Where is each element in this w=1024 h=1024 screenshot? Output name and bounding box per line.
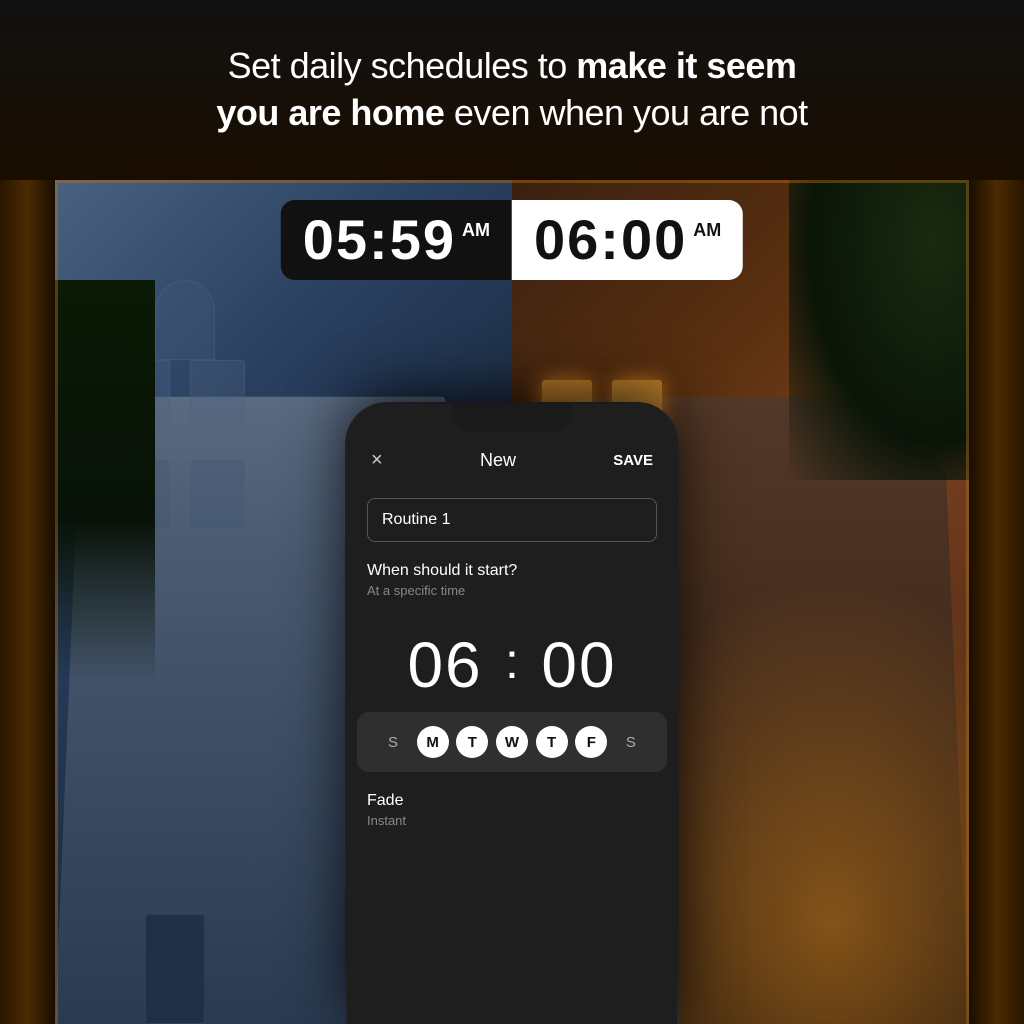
day-S-0[interactable]: S bbox=[377, 726, 409, 758]
fade-title: Fade bbox=[367, 792, 657, 810]
main-image-area: 05:59 AM 06:00 AM × New SAVE When should… bbox=[55, 180, 969, 1024]
time-separator: : bbox=[505, 632, 519, 690]
when-section: When should it start? At a specific time bbox=[347, 542, 677, 608]
day-M-1[interactable]: M bbox=[417, 726, 449, 758]
clock-after: 06:00 AM bbox=[512, 200, 743, 280]
window-left-2 bbox=[190, 360, 245, 430]
clock-time-after: 06:00 bbox=[534, 212, 687, 268]
day-T-4[interactable]: T bbox=[536, 726, 568, 758]
clock-ampm-after: AM bbox=[693, 220, 721, 241]
phone-header: × New SAVE bbox=[347, 439, 677, 488]
clock-before: 05:59 AM bbox=[281, 200, 512, 280]
fade-section: Fade Instant bbox=[347, 772, 677, 838]
day-W-3[interactable]: W bbox=[496, 726, 528, 758]
tree-right bbox=[789, 180, 969, 480]
day-S-6[interactable]: S bbox=[615, 726, 647, 758]
day-F-5[interactable]: F bbox=[575, 726, 607, 758]
close-button[interactable]: × bbox=[371, 449, 383, 472]
when-title: When should it start? bbox=[367, 562, 657, 580]
header-area: Set daily schedules to make it seem you … bbox=[0, 0, 1024, 180]
phone-mockup: × New SAVE When should it start? At a sp… bbox=[347, 404, 677, 1024]
arch-window-left bbox=[155, 280, 215, 360]
clock-ampm-before: AM bbox=[462, 220, 490, 241]
phone-title: New bbox=[480, 450, 516, 471]
tree-left bbox=[55, 280, 155, 680]
window-left-4 bbox=[190, 460, 245, 530]
when-subtitle: At a specific time bbox=[367, 583, 657, 598]
save-button[interactable]: SAVE bbox=[613, 452, 653, 469]
time-minute[interactable]: 00 bbox=[529, 628, 629, 702]
fade-subtitle: Instant bbox=[367, 813, 657, 828]
door-left bbox=[145, 914, 205, 1024]
time-picker[interactable]: 06 : 00 bbox=[347, 608, 677, 712]
phone-screen: × New SAVE When should it start? At a sp… bbox=[347, 404, 677, 1024]
day-T-2[interactable]: T bbox=[456, 726, 488, 758]
header-text: Set daily schedules to make it seem you … bbox=[216, 43, 807, 137]
time-hour[interactable]: 06 bbox=[395, 628, 495, 702]
day-selector[interactable]: SMTWTFS bbox=[357, 712, 667, 772]
phone-notch bbox=[452, 404, 572, 432]
routine-name-input[interactable] bbox=[367, 498, 657, 542]
clock-time-before: 05:59 bbox=[303, 212, 456, 268]
routine-name-field-wrap bbox=[367, 498, 657, 542]
clock-display: 05:59 AM 06:00 AM bbox=[281, 200, 743, 280]
